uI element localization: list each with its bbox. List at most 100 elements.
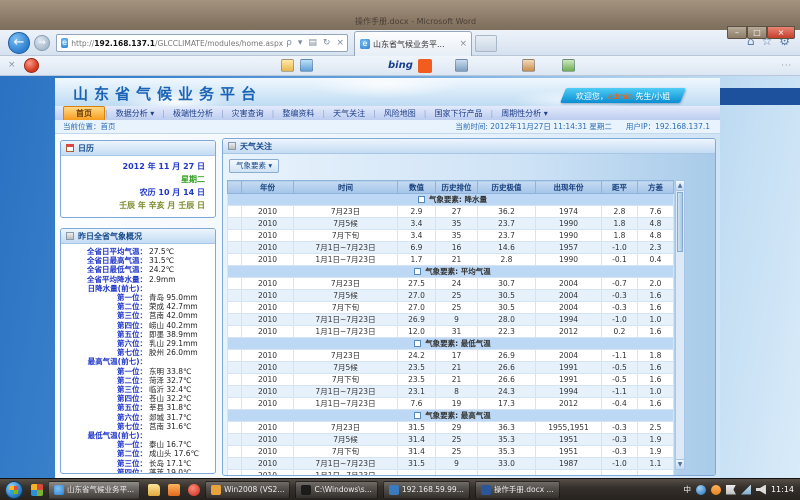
table-row[interactable]: 20107月1日~7月23日26.9928.01994-1.01.0 <box>228 314 674 326</box>
autocomplete-dropdown-icon[interactable]: ▾ <box>295 38 306 48</box>
close-button[interactable]: × <box>767 26 795 39</box>
media-player-icon[interactable] <box>188 484 200 496</box>
collapse-box-icon[interactable] <box>414 268 421 275</box>
volume-icon[interactable] <box>756 485 766 495</box>
taskbar-window-4[interactable]: 操作手册.docx ... <box>475 481 560 499</box>
table-cell: 26.6 <box>478 374 536 386</box>
table-cell: 21 <box>436 254 478 266</box>
collapse-box-icon[interactable] <box>414 340 421 347</box>
tab-close-icon[interactable]: × <box>459 39 467 49</box>
table-cell: 7.6 <box>638 206 674 218</box>
table-group-row[interactable]: 气象要素: 最低气温 <box>228 338 674 350</box>
table-row[interactable]: 20107月23日2.92736.219742.87.6 <box>228 206 674 218</box>
nav-item-3[interactable]: 极端性分析 <box>165 108 221 119</box>
weather-panel-header: 天气关注 <box>223 139 715 154</box>
network-icon[interactable] <box>741 485 751 495</box>
table-row[interactable]: 20107月23日24.21726.92004-1.11.8 <box>228 350 674 362</box>
camera-icon[interactable] <box>455 59 468 72</box>
refresh-icon[interactable]: ↻ <box>320 38 334 48</box>
pinned-app-icon[interactable] <box>31 484 43 496</box>
taskbar-window-2[interactable]: C:\Windows\s... <box>295 481 377 499</box>
table-cell: 1月1日~7月23日 <box>294 470 398 477</box>
table-row[interactable]: 20107月1日~7月23日31.5933.01987-1.01.1 <box>228 458 674 470</box>
search-icon[interactable]: ρ <box>283 38 295 48</box>
nav-item-4[interactable]: 灾害查询 <box>224 108 272 119</box>
tray-clock[interactable]: 11:14 <box>771 485 794 494</box>
table-row[interactable]: 20107月5候23.52126.61991-0.51.6 <box>228 362 674 374</box>
overview-value: 即墨 38.9mm <box>149 330 198 339</box>
table-row[interactable]: 20107月5候27.02530.52004-0.31.6 <box>228 290 674 302</box>
nav-item-1[interactable]: 首页 <box>63 106 105 121</box>
table-group-row[interactable]: 气象要素: 最高气温 <box>228 410 674 422</box>
taskbar-ie-window[interactable]: 山东省气候业务平... <box>48 481 140 499</box>
table-group-row[interactable]: 气象要素: 平均气温 <box>228 266 674 278</box>
stop-icon[interactable]: × <box>333 38 347 48</box>
address-bar[interactable]: e http://192.168.137.1/GLCCLIMATE/module… <box>56 34 348 52</box>
table-row[interactable]: 20107月23日27.52430.72004-0.72.0 <box>228 278 674 290</box>
collapse-box-icon[interactable] <box>414 412 421 419</box>
vertical-scrollbar[interactable]: ▲ ▼ <box>675 180 685 470</box>
toolbar-close-icon[interactable]: × <box>8 60 16 70</box>
status-right: 当前时间: 2012年11月27日 11:14:31 星期二 用户IP：192.… <box>455 121 710 132</box>
back-icon[interactable]: ← <box>8 32 30 54</box>
table-row[interactable]: 20101月1日~7月23日7.61917.32012-0.41.6 <box>228 398 674 410</box>
minimize-button[interactable]: – <box>727 26 747 39</box>
forward-icon[interactable]: → <box>34 35 50 51</box>
table-row[interactable]: 20101月1日~7月23日1.7212.81990-0.10.4 <box>228 254 674 266</box>
table-row[interactable]: 20107月23日31.52936.31955,1951-0.32.5 <box>228 422 674 434</box>
table-group-row[interactable]: 气象要素: 降水量 <box>228 194 674 206</box>
table-row[interactable]: 20107月下旬31.42535.31951-0.31.9 <box>228 446 674 458</box>
toolbar-logo-icon[interactable] <box>24 58 39 73</box>
nav-item-9[interactable]: 周期性分析 ▾ <box>493 108 556 119</box>
nav-item-8[interactable]: 国家下行产品 <box>426 108 490 119</box>
table-row[interactable]: 20107月1日~7月23日23.1824.31994-1.11.0 <box>228 386 674 398</box>
table-row[interactable]: 20107月5候31.42535.31951-0.31.9 <box>228 434 674 446</box>
table-cell <box>398 470 436 477</box>
taskbar-window-1[interactable]: Win2008 (VS2... <box>205 481 290 499</box>
overview-value: 24.2℃ <box>149 265 174 274</box>
new-tab-button[interactable] <box>475 35 497 52</box>
table-cell: 1.6 <box>638 326 674 338</box>
recycle-icon[interactable] <box>562 59 575 72</box>
nav-item-5[interactable]: 整编资料 <box>274 108 322 119</box>
scroll-down-icon[interactable]: ▼ <box>676 459 684 469</box>
maximize-button[interactable]: □ <box>747 26 767 39</box>
element-filter-button[interactable]: 气象要素 ▾ <box>229 159 279 173</box>
explorer-folder-icon[interactable] <box>148 484 160 496</box>
table-header-cell: 年份 <box>242 181 294 194</box>
table-row[interactable]: 20107月下旬27.02530.52004-0.31.6 <box>228 302 674 314</box>
qq-icon[interactable] <box>711 485 721 495</box>
tray-app-icon[interactable] <box>696 485 706 495</box>
app-orange-icon[interactable] <box>168 484 180 496</box>
paw-icon[interactable] <box>522 59 535 72</box>
start-button[interactable] <box>5 481 23 499</box>
action-center-flag-icon[interactable] <box>726 485 736 495</box>
language-indicator[interactable]: 中 <box>683 484 691 495</box>
bing-search-icon[interactable] <box>418 59 432 73</box>
collapse-box-icon[interactable] <box>418 196 425 203</box>
nav-item-7[interactable]: 风险地图 <box>376 108 424 119</box>
mail-icon[interactable] <box>300 59 313 72</box>
table-cell: 7月5候 <box>294 434 398 446</box>
table-row[interactable]: 20101月1日~7月23日12.03122.320120.21.6 <box>228 326 674 338</box>
card-icon[interactable] <box>281 59 294 72</box>
table-row[interactable]: 20101月1日~7月23日 <box>228 470 674 477</box>
nav-item-2[interactable]: 数据分析 ▾ <box>108 108 163 119</box>
table-cell: 2010 <box>242 230 294 242</box>
table-row[interactable]: 20107月5候3.43523.719901.84.8 <box>228 218 674 230</box>
table-row[interactable]: 20107月下旬23.52126.61991-0.51.6 <box>228 374 674 386</box>
nav-item-6[interactable]: 天气关注 <box>325 108 373 119</box>
browser-tab[interactable]: e 山东省气候业务平... × <box>354 31 472 56</box>
compatibility-icon[interactable]: ▤ <box>305 38 320 48</box>
table-row[interactable]: 20107月1日~7月23日6.91614.61957-1.02.3 <box>228 242 674 254</box>
scroll-up-icon[interactable]: ▲ <box>676 181 684 191</box>
table-cell: -0.5 <box>602 362 638 374</box>
bing-logo[interactable]: bing <box>388 60 413 71</box>
table-header-cell: 出现年份 <box>536 181 602 194</box>
tab-favicon-icon: e <box>360 39 370 49</box>
taskbar-window-3[interactable]: 192.168.59.99... <box>383 481 470 499</box>
toolbar-overflow-icon[interactable]: ··· <box>781 61 792 70</box>
table-cell: 7.6 <box>398 398 436 410</box>
table-row[interactable]: 20107月下旬3.43523.719901.84.8 <box>228 230 674 242</box>
scroll-thumb[interactable] <box>677 192 683 252</box>
